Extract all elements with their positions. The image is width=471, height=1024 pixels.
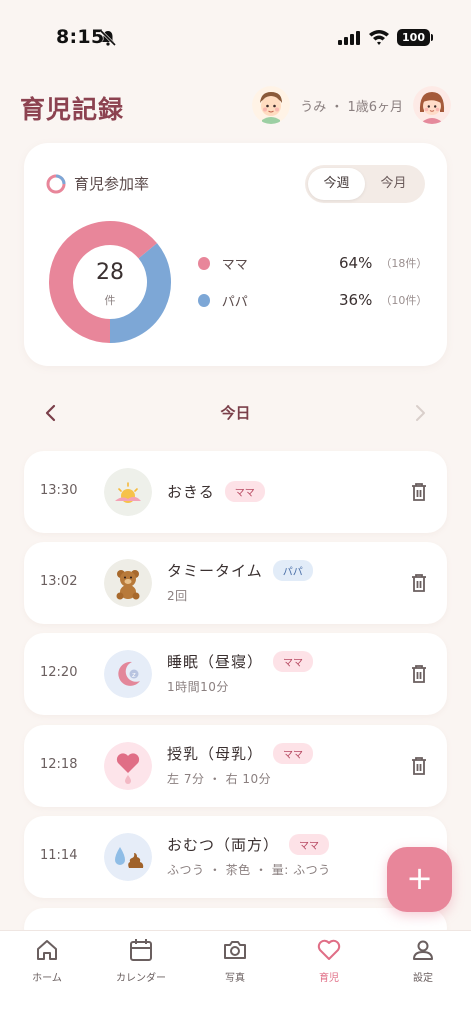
legend-count: （10件） <box>380 294 428 307</box>
child-profile[interactable]: うみ ・ 1歳6ヶ月 <box>252 86 451 124</box>
tab-bar: ホーム カレンダー 写真 育児 設定 <box>0 930 471 1024</box>
legend-percent: 64% <box>339 254 373 272</box>
entry-title: おきる <box>167 483 215 501</box>
wifi-icon <box>369 30 389 45</box>
signal-icon <box>338 31 360 45</box>
tab-calendar[interactable]: カレンダー <box>94 937 188 984</box>
tab-home[interactable]: ホーム <box>0 937 94 984</box>
log-entry[interactable]: 13:02 タミータイム パパ 2回 <box>24 542 447 624</box>
svg-text:z: z <box>132 671 136 679</box>
entry-title: 睡眠（昼寝） <box>167 653 264 671</box>
legend-count: （18件） <box>380 257 428 270</box>
caregiver-badge: ママ <box>224 481 265 502</box>
log-entry[interactable]: 13:30 おきる ママ <box>24 451 447 533</box>
chart-icon <box>46 174 66 193</box>
entry-title: 授乳（母乳） <box>167 745 264 763</box>
tab-settings[interactable]: 設定 <box>376 937 470 984</box>
mama-dot <box>198 256 210 270</box>
card-header: 育児参加率 <box>46 173 149 194</box>
caregiver-badge: ママ <box>289 834 330 855</box>
legend-percent: 36% <box>339 291 373 309</box>
status-time: 8:15 <box>56 26 105 48</box>
entry-detail: 2回 <box>167 589 188 603</box>
home-icon <box>37 940 57 960</box>
tab-childcare[interactable]: 育児 <box>282 937 376 984</box>
entry-title: タミータイム <box>167 562 263 580</box>
teddy-bear-icon <box>104 559 152 607</box>
chevron-right-icon[interactable] <box>409 402 431 424</box>
tab-label: 設定 <box>413 973 433 984</box>
legend-row-papa: パパ 36% （10件） <box>198 289 428 311</box>
sunrise-icon <box>104 468 152 516</box>
bell-off-icon <box>99 29 117 47</box>
moon-sleep-icon: z <box>104 650 152 698</box>
trash-icon[interactable] <box>411 756 427 776</box>
calendar-icon <box>130 939 152 961</box>
tab-label: 育児 <box>319 973 339 984</box>
tab-label: ホーム <box>32 973 62 984</box>
entry-title: おむつ（両方） <box>167 836 280 854</box>
legend-name: パパ <box>221 294 248 310</box>
entry-time: 13:02 <box>40 574 78 589</box>
entry-time: 13:30 <box>40 483 78 498</box>
date-label: 今日 <box>220 404 251 422</box>
log-entry[interactable]: 11:14 おむつ（両方） ママ ふつう ・ 茶色 ・ 量: ふつう <box>24 816 447 898</box>
trash-icon[interactable] <box>411 573 427 593</box>
tab-label: 写真 <box>225 973 245 984</box>
total-count: 28 <box>96 260 124 285</box>
entry-time: 12:20 <box>40 665 78 680</box>
diaper-icon <box>104 833 152 881</box>
log-entry[interactable]: 12:20 z 睡眠（昼寝） ママ 1時間10分 <box>24 633 447 715</box>
child-info: うみ ・ 1歳6ヶ月 <box>300 99 403 115</box>
person-icon <box>413 940 433 960</box>
log-entry[interactable]: 12:18 授乳（母乳） ママ 左 7分 ・ 右 10分 <box>24 725 447 807</box>
heart-drop-icon <box>104 742 152 790</box>
total-unit: 件 <box>104 294 116 307</box>
legend-row-mama: ママ 64% （18件） <box>198 252 428 274</box>
papa-dot <box>198 293 210 307</box>
add-entry-button[interactable]: + <box>387 847 452 912</box>
tab-label: カレンダー <box>116 973 166 984</box>
caregiver-badge: パパ <box>272 560 313 581</box>
trash-icon[interactable] <box>411 482 427 502</box>
entry-time: 11:14 <box>40 848 78 863</box>
battery-icon: 100 <box>397 29 433 46</box>
trash-icon[interactable] <box>411 664 427 684</box>
toggle-week-button[interactable]: 今週 <box>308 168 365 200</box>
participation-card: 育児参加率 今週 今月 28 件 ママ 64% （18件） パパ 36% （10… <box>24 143 447 366</box>
heart-icon <box>317 939 341 960</box>
caregiver-badge: ママ <box>273 743 314 764</box>
date-navigator: 今日 <box>24 396 447 430</box>
mama-avatar[interactable] <box>413 86 451 124</box>
donut-center: 28 件 <box>48 220 172 344</box>
tab-photos[interactable]: 写真 <box>188 937 282 984</box>
baby-avatar[interactable] <box>252 86 291 124</box>
entry-detail: 左 7分 ・ 右 10分 <box>167 772 272 786</box>
toggle-month-button[interactable]: 今月 <box>365 168 422 200</box>
entry-detail: 1時間10分 <box>167 680 229 694</box>
entry-detail: ふつう ・ 茶色 ・ 量: ふつう <box>167 863 331 877</box>
camera-icon <box>224 941 246 959</box>
entry-time: 12:18 <box>40 757 78 772</box>
caregiver-badge: ママ <box>273 651 314 672</box>
card-title: 育児参加率 <box>74 175 150 193</box>
period-toggle[interactable]: 今週 今月 <box>305 165 425 203</box>
page-title: 育児記録 <box>20 95 125 124</box>
legend-name: ママ <box>221 257 248 273</box>
status-bar: 8:15 100 <box>0 0 471 76</box>
